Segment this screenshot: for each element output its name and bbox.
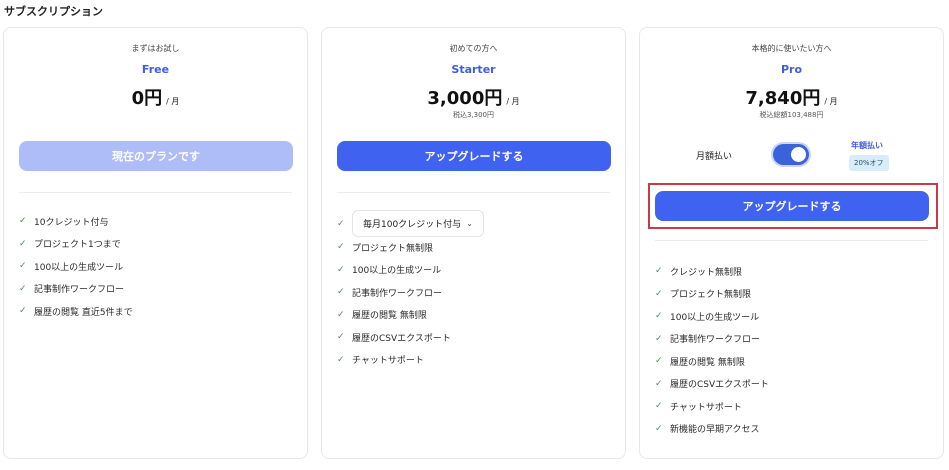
price-row: 3,000円 / 月	[322, 84, 625, 110]
plan-price: 3,000円	[427, 88, 503, 109]
plan-tagline: 初めての方へ	[449, 44, 498, 53]
price-period: / 月	[824, 97, 838, 106]
price-period: / 月	[166, 97, 180, 106]
feature-item: ✓ 新機能の早期アクセス	[655, 418, 769, 441]
feature-label: チャットサポート	[670, 402, 742, 413]
feature-item: ✓ 100以上の生成ツール	[19, 255, 133, 278]
plan-card-pro: 本格的に使いたい方へ Pro 7,840円 / 月 税込総額103,488円 月額…	[639, 27, 944, 459]
feature-item: ✓ プロジェクト1つまで	[19, 233, 133, 256]
upgrade-button-starter[interactable]: アップグレードする	[337, 141, 611, 171]
credit-select-row: ✓ 毎月100クレジット付与 ⌄	[337, 210, 484, 237]
check-icon: ✓	[655, 378, 663, 389]
divider	[19, 192, 292, 193]
feature-item: ✓ クレジット無制限	[655, 260, 769, 283]
feature-item: ✓ 記事制作ワークフロー	[19, 278, 133, 301]
feature-item: ✓ 履歴の閲覧 無制限	[655, 350, 769, 373]
check-icon: ✓	[337, 218, 345, 229]
plan-name: Free	[141, 63, 170, 76]
price-row: 7,840円 / 月	[640, 84, 943, 110]
billing-yearly-label[interactable]: 年額払い	[851, 140, 883, 151]
feature-item: ✓ 履歴のCSVエクスポート	[655, 373, 769, 396]
feature-label: クレジット無制限	[670, 267, 743, 278]
feature-item: ✓ 記事制作ワークフロー	[655, 328, 769, 351]
check-icon: ✓	[337, 354, 345, 365]
feature-item: ✓ 100以上の生成ツール	[337, 259, 451, 282]
feature-label: チャットサポート	[352, 356, 424, 367]
check-icon: ✓	[19, 283, 27, 294]
check-icon: ✓	[19, 306, 27, 317]
feature-label: 新機能の早期アクセス	[670, 425, 760, 436]
billing-toggle-row: 月額払い 年額払い 20%オフ	[640, 140, 943, 176]
check-icon: ✓	[655, 311, 663, 322]
check-icon: ✓	[337, 287, 345, 298]
divider	[655, 240, 928, 241]
plan-price: 0円	[131, 88, 163, 109]
feature-list: ✓ プロジェクト無制限 ✓ 100以上の生成ツール ✓ 記事制作ワークフロー ✓ 履歴の…	[337, 236, 451, 371]
feature-label: 履歴のCSVエクスポート	[352, 333, 451, 344]
tax-included-price: 税込3,300円	[452, 111, 495, 119]
check-icon: ✓	[655, 333, 663, 344]
feature-label: プロジェクト無制限	[670, 290, 752, 301]
check-icon: ✓	[655, 288, 663, 299]
tax-included-price: 税込総額103,488円	[759, 111, 824, 119]
plan-tagline: まずはお試し	[131, 44, 180, 53]
divider	[337, 192, 610, 193]
feature-item: ✓ 100以上の生成ツール	[655, 305, 769, 328]
check-icon: ✓	[19, 261, 27, 272]
feature-item: ✓ 履歴のCSVエクスポート	[337, 326, 451, 349]
plan-card-free: まずはお試し Free 0円 / 月 現在のプランです ✓ 10クレジット付与 ✓ プ…	[3, 27, 308, 459]
feature-label: 履歴のCSVエクスポート	[670, 380, 769, 391]
feature-label: 履歴の閲覧 直近5件まで	[34, 307, 133, 318]
feature-label: プロジェクト1つまで	[34, 240, 121, 251]
plan-name: Pro	[780, 63, 803, 76]
current-plan-button: 現在のプランです	[19, 141, 293, 171]
check-icon: ✓	[337, 264, 345, 275]
plan-card-starter: 初めての方へ Starter 3,000円 / 月 税込3,300円 アップグレー…	[321, 27, 626, 459]
feature-label: 記事制作ワークフロー	[34, 285, 125, 296]
credit-amount-select[interactable]: 毎月100クレジット付与 ⌄	[352, 210, 484, 237]
check-icon: ✓	[655, 356, 663, 367]
check-icon: ✓	[655, 266, 663, 277]
feature-item: ✓ 10クレジット付与	[19, 210, 133, 233]
billing-monthly-label[interactable]: 月額払い	[696, 149, 732, 162]
check-icon: ✓	[655, 423, 663, 434]
feature-label: 100以上の生成ツール	[34, 262, 124, 273]
check-icon: ✓	[655, 401, 663, 412]
credit-select-value: 毎月100クレジット付与	[363, 220, 462, 230]
check-icon: ✓	[19, 238, 27, 249]
feature-item: ✓ プロジェクト無制限	[655, 283, 769, 306]
section-title: サブスクリプション	[4, 5, 103, 18]
plan-price: 7,840円	[745, 88, 821, 109]
feature-item: ✓ 履歴の閲覧 無制限	[337, 304, 451, 327]
feature-list: ✓ クレジット無制限 ✓ プロジェクト無制限 ✓ 100以上の生成ツール ✓ 記事制作ワ…	[655, 260, 769, 440]
upgrade-button-pro[interactable]: アップグレードする	[655, 191, 929, 221]
price-row: 0円 / 月	[4, 84, 307, 110]
plan-name: Starter	[451, 63, 496, 76]
feature-label: 記事制作ワークフロー	[352, 288, 443, 299]
price-period: / 月	[506, 97, 520, 106]
check-icon: ✓	[19, 216, 27, 227]
feature-item: ✓ 記事制作ワークフロー	[337, 281, 451, 304]
check-icon: ✓	[337, 309, 345, 320]
plan-tagline: 本格的に使いたい方へ	[751, 44, 832, 53]
chevron-down-icon: ⌄	[466, 219, 473, 228]
toggle-knob	[791, 147, 806, 162]
feature-list: ✓ 10クレジット付与 ✓ プロジェクト1つまで ✓ 100以上の生成ツール ✓ 記事制…	[19, 210, 133, 323]
feature-label: プロジェクト無制限	[352, 243, 434, 254]
feature-item: ✓ プロジェクト無制限	[337, 236, 451, 259]
feature-label: 100以上の生成ツール	[352, 266, 442, 277]
feature-label: 履歴の閲覧 無制限	[352, 311, 427, 322]
feature-item: ✓ 履歴の閲覧 直近5件まで	[19, 300, 133, 323]
feature-label: 100以上の生成ツール	[670, 312, 760, 323]
check-icon: ✓	[337, 332, 345, 343]
feature-label: 履歴の閲覧 無制限	[670, 357, 745, 368]
feature-item: ✓ チャットサポート	[337, 349, 451, 372]
feature-item: ✓ チャットサポート	[655, 395, 769, 418]
check-icon: ✓	[337, 242, 345, 253]
billing-cycle-toggle[interactable]	[773, 144, 809, 165]
feature-label: 10クレジット付与	[34, 217, 109, 228]
discount-badge: 20%オフ	[849, 155, 889, 171]
feature-label: 記事制作ワークフロー	[670, 335, 761, 346]
